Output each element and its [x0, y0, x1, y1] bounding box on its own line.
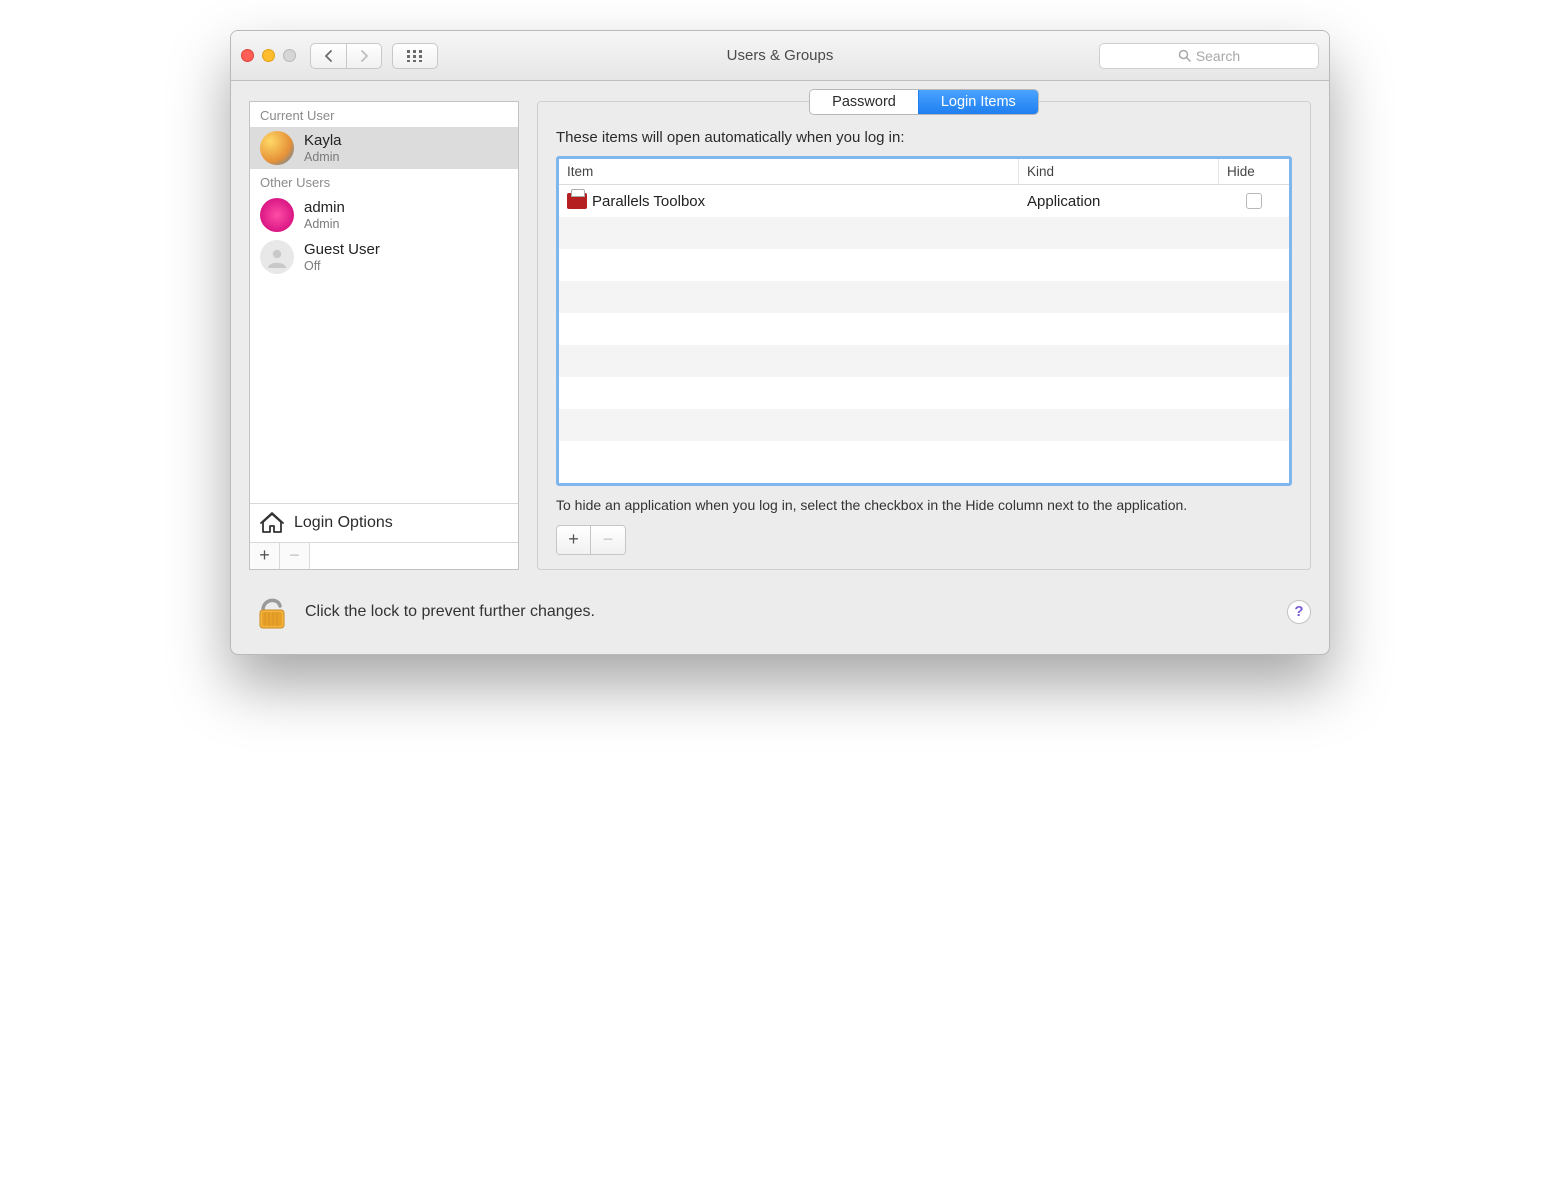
table-header: Item Kind Hide: [559, 159, 1289, 185]
hide-checkbox[interactable]: [1246, 193, 1262, 209]
users-sidebar: Current User Kayla Admin Other Users adm…: [249, 101, 519, 570]
user-name: Guest User: [304, 241, 380, 258]
lock-hint-text: Click the lock to prevent further change…: [305, 603, 595, 621]
close-window-button[interactable]: [241, 49, 254, 62]
add-user-button[interactable]: +: [250, 543, 280, 569]
table-row-empty: [559, 345, 1289, 377]
tab-password[interactable]: Password: [810, 90, 918, 114]
login-options-button[interactable]: Login Options: [250, 503, 518, 542]
col-header-hide[interactable]: Hide: [1219, 159, 1289, 184]
help-icon: ?: [1294, 603, 1303, 620]
login-items-intro: These items will open automatically when…: [556, 129, 1292, 146]
user-role: Off: [304, 259, 380, 273]
avatar: [260, 131, 294, 165]
forward-button[interactable]: [346, 43, 382, 69]
traffic-lights: [241, 49, 296, 62]
search-input[interactable]: Search: [1099, 43, 1319, 69]
lock-icon[interactable]: [255, 592, 289, 632]
table-row-empty: [559, 249, 1289, 281]
help-button[interactable]: ?: [1287, 600, 1311, 624]
user-name: Kayla: [304, 132, 342, 149]
table-row-empty: [559, 377, 1289, 409]
login-options-label: Login Options: [294, 514, 393, 532]
search-icon: [1178, 49, 1191, 62]
table-row-empty: [559, 281, 1289, 313]
section-other-users: Other Users: [250, 169, 518, 194]
table-row[interactable]: Parallels Toolbox Application: [559, 185, 1289, 217]
col-header-item[interactable]: Item: [559, 159, 1019, 184]
preferences-window: Users & Groups Search Current User Kayla…: [230, 30, 1330, 655]
item-kind: Application: [1019, 193, 1219, 210]
titlebar: Users & Groups Search: [231, 31, 1329, 81]
sidebar-user-kayla[interactable]: Kayla Admin: [250, 127, 518, 169]
section-current-user: Current User: [250, 102, 518, 127]
tab-bar: Password Login Items: [809, 89, 1039, 115]
item-name: Parallels Toolbox: [592, 193, 705, 210]
zoom-window-button: [283, 49, 296, 62]
login-items-add-remove-bar: + −: [556, 525, 626, 555]
guest-silhouette-icon: [266, 246, 288, 268]
hide-hint-text: To hide an application when you log in, …: [556, 496, 1292, 515]
footer: Click the lock to prevent further change…: [231, 582, 1329, 654]
window-body: Current User Kayla Admin Other Users adm…: [231, 81, 1329, 582]
table-row-empty: [559, 441, 1289, 473]
nav-buttons: [310, 43, 382, 69]
search-placeholder: Search: [1196, 48, 1240, 64]
remove-login-item-button[interactable]: −: [591, 526, 625, 554]
user-name: admin: [304, 199, 345, 216]
user-add-remove-bar: + −: [250, 542, 518, 569]
tab-login-items[interactable]: Login Items: [918, 90, 1038, 114]
user-role: Admin: [304, 217, 345, 231]
avatar: [260, 240, 294, 274]
chevron-left-icon: [324, 50, 333, 62]
grid-icon: [407, 50, 423, 62]
user-role: Admin: [304, 150, 342, 164]
login-items-table: Item Kind Hide Parallels Toolbox Applica…: [556, 156, 1292, 486]
table-row-empty: [559, 313, 1289, 345]
sidebar-user-admin[interactable]: admin Admin: [250, 194, 518, 236]
table-row-empty: [559, 217, 1289, 249]
app-icon: [567, 193, 587, 209]
minimize-window-button[interactable]: [262, 49, 275, 62]
add-login-item-button[interactable]: +: [557, 526, 591, 554]
main-panel: Password Login Items These items will op…: [537, 101, 1311, 570]
table-row-empty: [559, 409, 1289, 441]
back-button[interactable]: [310, 43, 346, 69]
show-all-button[interactable]: [392, 43, 438, 69]
house-icon: [260, 512, 284, 534]
chevron-right-icon: [360, 50, 369, 62]
sidebar-user-guest[interactable]: Guest User Off: [250, 236, 518, 278]
remove-user-button[interactable]: −: [280, 543, 310, 569]
col-header-kind[interactable]: Kind: [1019, 159, 1219, 184]
avatar: [260, 198, 294, 232]
